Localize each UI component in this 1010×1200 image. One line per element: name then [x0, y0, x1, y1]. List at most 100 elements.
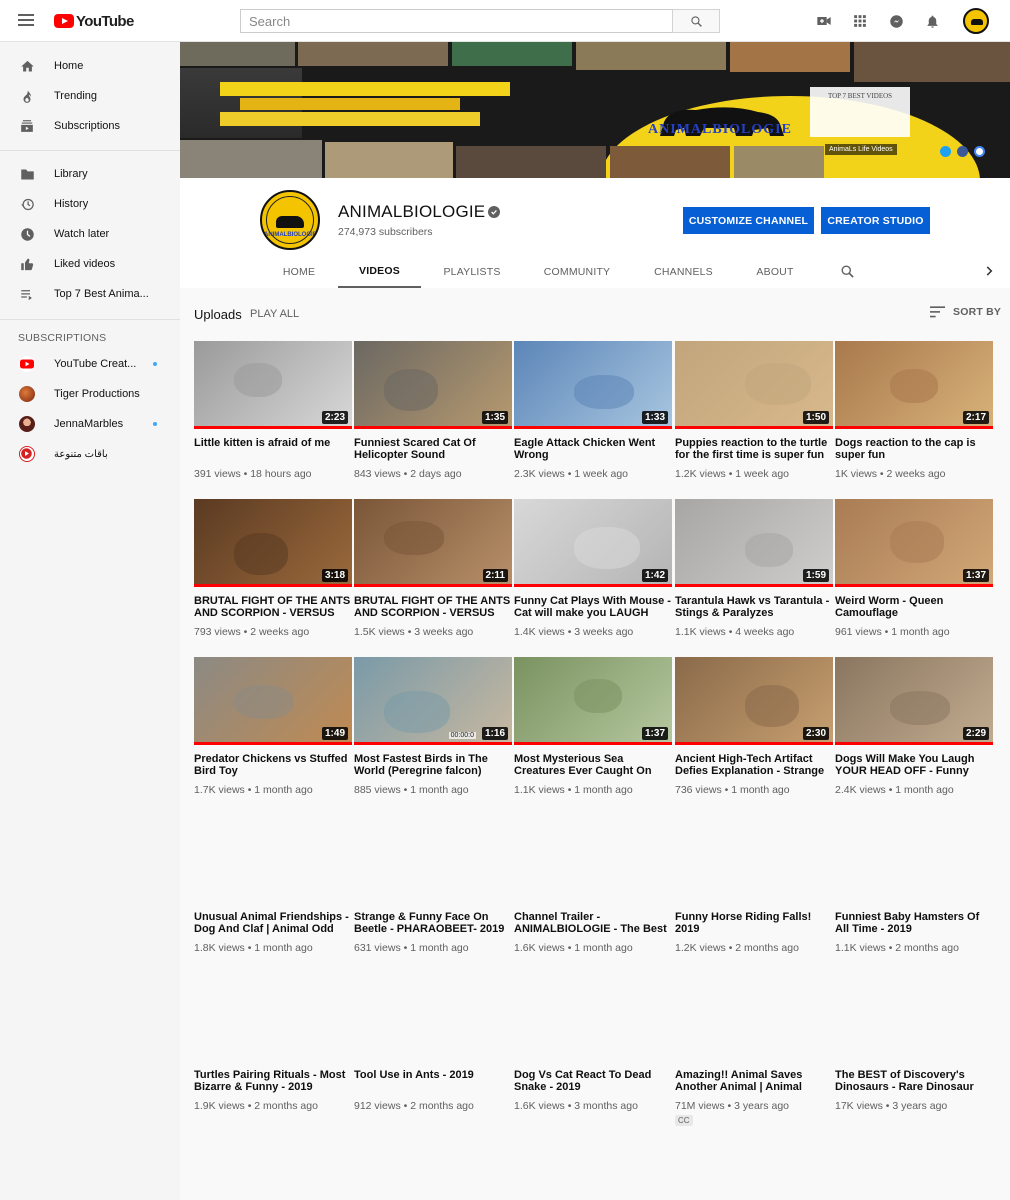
- video-card[interactable]: 2:17 Dogs reaction to the cap is super fu…: [835, 341, 993, 480]
- video-card[interactable]: 2:29 Dogs Will Make You Laugh YOUR HEAD O…: [835, 657, 993, 796]
- video-card[interactable]: 1:50 Puppies reaction to the turtle for t…: [675, 341, 833, 480]
- video-title[interactable]: Funny Cat Plays With Mouse - Cat will ma…: [514, 595, 672, 619]
- sidebar-sub-arabic-channel[interactable]: باقات متنوعة: [0, 439, 180, 469]
- video-thumbnail[interactable]: 00:00:0 1:16: [354, 657, 512, 745]
- video-card[interactable]: Tool Use in Ants - 2019 912 views • 2 mon…: [354, 973, 512, 1112]
- sidebar-item-home[interactable]: Home: [0, 51, 180, 81]
- video-card[interactable]: 1:33 Eagle Attack Chicken Went Wrong 2.3K …: [514, 341, 672, 480]
- channel-search-icon[interactable]: [840, 264, 856, 280]
- video-card[interactable]: 00:00:0 1:16 Most Fastest Birds in The Wor…: [354, 657, 512, 796]
- video-title[interactable]: BRUTAL FIGHT OF THE ANTS AND SCORPION - …: [354, 595, 512, 619]
- hamburger-menu-icon[interactable]: [16, 11, 36, 31]
- video-card[interactable]: Dog Vs Cat React To Dead Snake - 2019 1.6…: [514, 973, 672, 1112]
- video-thumbnail[interactable]: 1:59: [675, 499, 833, 587]
- video-title[interactable]: Little kitten is afraid of me: [194, 437, 352, 461]
- video-thumbnail[interactable]: [194, 815, 352, 903]
- video-thumbnail[interactable]: 2:23: [194, 341, 352, 429]
- channel-avatar[interactable]: ANIMALBIOLOGIE: [260, 190, 320, 250]
- video-card[interactable]: 1:37 Weird Worm - Queen Camouflage 961 vie…: [835, 499, 993, 638]
- tab-community[interactable]: COMMUNITY: [523, 256, 631, 288]
- customize-channel-button[interactable]: CUSTOMIZE CHANNEL: [683, 207, 814, 234]
- video-thumbnail[interactable]: 2:30: [675, 657, 833, 745]
- video-title[interactable]: Funniest Scared Cat Of Helicopter Sound: [354, 437, 512, 461]
- video-card[interactable]: 1:49 Predator Chickens vs Stuffed Bird To…: [194, 657, 352, 796]
- tab-channels[interactable]: CHANNELS: [635, 256, 732, 288]
- video-thumbnail[interactable]: 1:49: [194, 657, 352, 745]
- facebook-icon[interactable]: [957, 146, 968, 157]
- video-thumbnail[interactable]: 1:42: [514, 499, 672, 587]
- search-input[interactable]: [240, 9, 672, 33]
- sort-by-button[interactable]: SORT BY: [930, 306, 1001, 318]
- video-thumbnail[interactable]: [354, 973, 512, 1061]
- video-card[interactable]: Strange & Funny Face On Beetle - PHARAOB…: [354, 815, 512, 954]
- video-card[interactable]: 1:42 Funny Cat Plays With Mouse - Cat wil…: [514, 499, 672, 638]
- video-title[interactable]: Strange & Funny Face On Beetle - PHARAOB…: [354, 911, 512, 935]
- video-title[interactable]: Tarantula Hawk vs Tarantula - Stings & P…: [675, 595, 833, 619]
- sidebar-sub-jennamarbles[interactable]: JennaMarbles: [0, 409, 180, 439]
- video-title[interactable]: Eagle Attack Chicken Went Wrong: [514, 437, 672, 461]
- video-title[interactable]: Tool Use in Ants - 2019: [354, 1069, 512, 1093]
- video-thumbnail[interactable]: [514, 815, 672, 903]
- video-thumbnail[interactable]: [675, 973, 833, 1061]
- video-card[interactable]: 2:30 Ancient High-Tech Artifact Defies Ex…: [675, 657, 833, 796]
- video-card[interactable]: Channel Trailer - ANIMALBIOLOGIE - The B…: [514, 815, 672, 954]
- notifications-bell-icon[interactable]: [922, 11, 942, 31]
- chevron-right-icon[interactable]: [982, 264, 998, 280]
- twitter-icon[interactable]: [940, 146, 951, 157]
- video-card[interactable]: 1:59 Tarantula Hawk vs Tarantula - Stings…: [675, 499, 833, 638]
- video-title[interactable]: Dogs reaction to the cap is super fun: [835, 437, 993, 461]
- messages-icon[interactable]: [886, 11, 906, 31]
- video-thumbnail[interactable]: 1:37: [835, 499, 993, 587]
- video-title[interactable]: Dogs Will Make You Laugh YOUR HEAD OFF -…: [835, 753, 993, 777]
- video-title[interactable]: The BEST of Discovery's Dinosaurs - Rare…: [835, 1069, 993, 1093]
- video-card[interactable]: 1:37 Most Mysterious Sea Creatures Ever C…: [514, 657, 672, 796]
- tab-about[interactable]: ABOUT: [736, 256, 814, 288]
- video-thumbnail[interactable]: [514, 973, 672, 1061]
- video-title[interactable]: Ancient High-Tech Artifact Defies Explan…: [675, 753, 833, 777]
- video-title[interactable]: Puppies reaction to the turtle for the f…: [675, 437, 833, 461]
- sidebar-item-trending[interactable]: Trending: [0, 81, 180, 111]
- sidebar-item-liked-videos[interactable]: Liked videos: [0, 249, 180, 279]
- video-title[interactable]: Funniest Baby Hamsters Of All Time - 201…: [835, 911, 993, 935]
- video-thumbnail[interactable]: 1:33: [514, 341, 672, 429]
- sidebar-sub-tiger-productions[interactable]: Tiger Productions: [0, 379, 180, 409]
- video-card[interactable]: 2:11 BRUTAL FIGHT OF THE ANTS AND SCORPIO…: [354, 499, 512, 638]
- video-thumbnail[interactable]: [194, 973, 352, 1061]
- video-card[interactable]: Funny Horse Riding Falls! 2019 1.2K views…: [675, 815, 833, 954]
- tab-videos[interactable]: VIDEOS: [338, 256, 421, 288]
- video-thumbnail[interactable]: 1:50: [675, 341, 833, 429]
- video-card[interactable]: Amazing!! Animal Saves Another Animal | …: [675, 973, 833, 1126]
- video-thumbnail[interactable]: [835, 973, 993, 1061]
- video-title[interactable]: Predator Chickens vs Stuffed Bird Toy: [194, 753, 352, 777]
- video-title[interactable]: Amazing!! Animal Saves Another Animal | …: [675, 1069, 833, 1093]
- sidebar-item-watch-later[interactable]: Watch later: [0, 219, 180, 249]
- create-video-icon[interactable]: [814, 11, 834, 31]
- video-title[interactable]: Dog Vs Cat React To Dead Snake - 2019: [514, 1069, 672, 1093]
- sidebar-item-playlist[interactable]: Top 7 Best Anima...: [0, 279, 180, 309]
- video-title[interactable]: Most Mysterious Sea Creatures Ever Caugh…: [514, 753, 672, 777]
- video-card[interactable]: 1:35 Funniest Scared Cat Of Helicopter So…: [354, 341, 512, 480]
- video-thumbnail[interactable]: 2:17: [835, 341, 993, 429]
- video-thumbnail[interactable]: [354, 815, 512, 903]
- account-avatar[interactable]: [963, 8, 989, 34]
- video-thumbnail[interactable]: 2:29: [835, 657, 993, 745]
- video-card[interactable]: 2:23 Little kitten is afraid of me 391 vie…: [194, 341, 352, 480]
- video-card[interactable]: Unusual Animal Friendships - Dog And Cla…: [194, 815, 352, 954]
- sidebar-item-history[interactable]: History: [0, 189, 180, 219]
- video-card[interactable]: 3:18 BRUTAL FIGHT OF THE ANTS AND SCORPIO…: [194, 499, 352, 638]
- youtube-logo[interactable]: YouTube: [54, 12, 134, 30]
- search-button[interactable]: [672, 9, 720, 33]
- video-thumbnail[interactable]: 1:35: [354, 341, 512, 429]
- video-title[interactable]: Channel Trailer - ANIMALBIOLOGIE - The B…: [514, 911, 672, 935]
- sidebar-item-library[interactable]: Library: [0, 159, 180, 189]
- video-title[interactable]: Unusual Animal Friendships - Dog And Cla…: [194, 911, 352, 935]
- video-card[interactable]: The BEST of Discovery's Dinosaurs - Rare…: [835, 973, 993, 1112]
- video-title[interactable]: Funny Horse Riding Falls! 2019: [675, 911, 833, 935]
- play-all-button[interactable]: PLAY ALL: [250, 308, 299, 320]
- creator-studio-button[interactable]: CREATOR STUDIO: [821, 207, 930, 234]
- video-title[interactable]: Most Fastest Birds in The World (Peregri…: [354, 753, 512, 777]
- sidebar-item-subscriptions[interactable]: Subscriptions: [0, 111, 180, 141]
- tab-playlists[interactable]: PLAYLISTS: [425, 256, 519, 288]
- video-title[interactable]: Weird Worm - Queen Camouflage: [835, 595, 993, 619]
- sidebar-sub-youtube-creators[interactable]: YouTube Creat...: [0, 349, 180, 379]
